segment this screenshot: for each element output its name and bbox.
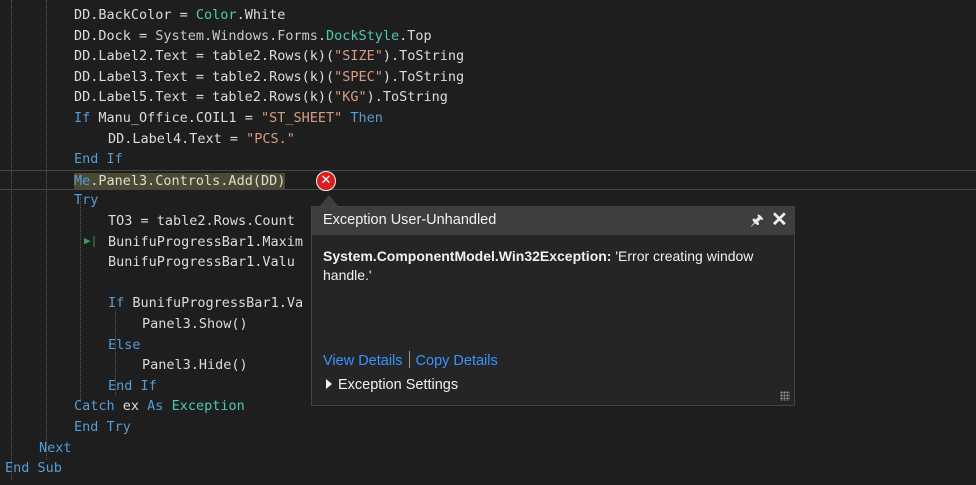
code-text: DD.Dock = System.Windows.Forms.DockStyle…: [74, 26, 432, 47]
code-text: End Try: [74, 417, 131, 438]
popup-links: View Details Copy Details: [323, 351, 498, 369]
code-token: TO3 = table2.Rows.Count: [108, 213, 295, 229]
code-token: DD.Label4.Text =: [108, 130, 247, 147]
code-token: End Sub: [5, 460, 62, 477]
code-token: If: [74, 110, 91, 126]
code-token: Next: [39, 439, 72, 456]
exception-settings-label: Exception Settings: [338, 377, 459, 393]
code-line[interactable]: DD.Dock = System.Windows.Forms.DockStyle…: [0, 26, 976, 47]
error-circle-icon[interactable]: ✕: [316, 171, 336, 191]
code-text: DD.Label2.Text = table2.Rows(k)("SIZE").…: [74, 46, 464, 67]
code-text: End Sub: [5, 458, 62, 479]
code-line[interactable]: End Sub: [0, 458, 976, 479]
link-separator: [408, 351, 410, 368]
code-token: .Top: [399, 27, 432, 44]
code-token: Exception: [171, 398, 245, 415]
code-token: BunifuProgressBar1.Maxim: [108, 233, 304, 250]
code-token: End Try: [74, 419, 131, 435]
code-token: Then: [350, 110, 383, 126]
code-token: System.Windows.Forms.: [155, 27, 326, 44]
code-line[interactable]: If Manu_Office.COIL1 = "ST_SHEET" Then: [0, 108, 976, 129]
code-line[interactable]: End If: [0, 149, 976, 170]
code-token: As: [147, 398, 164, 415]
exception-settings-toggle[interactable]: Exception Settings: [326, 377, 458, 393]
code-token: ).ToString: [382, 48, 465, 65]
code-token: ).ToString: [382, 68, 465, 85]
code-token: "SPEC": [334, 68, 383, 85]
exception-type: System.ComponentModel.Win32Exception:: [323, 248, 612, 264]
quick-action-icon[interactable]: ▶|: [84, 234, 97, 247]
exception-popup: Exception User-Unhandled 🖈 ✕ System.Comp…: [311, 206, 795, 406]
indent-guide: [46, 0, 47, 460]
code-token: End If: [74, 151, 123, 168]
code-token: DD.Label5.Text = table2.Rows(k)(: [74, 89, 335, 106]
code-token: "ST_SHEET": [260, 110, 343, 126]
code-line[interactable]: DD.Label4.Text = "PCS.": [0, 129, 976, 150]
code-token: "PCS.": [246, 130, 295, 147]
popup-pointer: [320, 195, 338, 206]
code-token: Panel3.Hide(): [142, 357, 248, 374]
view-details-link[interactable]: View Details: [323, 353, 403, 369]
code-line[interactable]: Next: [0, 438, 976, 459]
code-token: Else: [108, 336, 141, 353]
code-text: Else: [108, 335, 141, 356]
code-text: Next: [39, 438, 72, 459]
code-text: If BunifuProgressBar1.Va: [108, 293, 303, 314]
code-token: "SIZE": [334, 48, 383, 65]
code-line[interactable]: End Try: [0, 417, 976, 438]
pin-icon[interactable]: 🖈: [750, 210, 764, 235]
code-token: DD.Label3.Text = table2.Rows(k)(: [74, 68, 335, 85]
code-text: Try: [74, 190, 98, 211]
code-text: DD.Label4.Text = "PCS.": [108, 129, 295, 150]
code-text: If Manu_Office.COIL1 = "ST_SHEET" Then: [74, 108, 383, 129]
code-text: End If: [74, 149, 123, 170]
indent-guide: [80, 195, 81, 400]
code-token: Color: [195, 7, 237, 23]
indent-guide: [115, 310, 116, 395]
code-token: Me: [74, 172, 91, 189]
code-token: DD.Label2.Text = table2.Rows(k)(: [74, 48, 335, 65]
popup-title: Exception User-Unhandled: [323, 212, 497, 228]
popup-header: Exception User-Unhandled 🖈 ✕: [312, 207, 794, 235]
code-line[interactable]: DD.Label5.Text = table2.Rows(k)("KG").To…: [0, 87, 976, 108]
indent-guide: [11, 0, 12, 480]
code-token: ).ToString: [366, 89, 448, 106]
copy-details-link[interactable]: Copy Details: [416, 353, 498, 369]
code-token: .Panel3.Controls.Add(DD): [90, 172, 286, 189]
code-text: DD.Label5.Text = table2.Rows(k)("KG").To…: [74, 87, 448, 108]
code-text: Me.Panel3.Controls.Add(DD): [74, 171, 286, 192]
code-token: BunifuProgressBar1.Va: [124, 295, 304, 312]
code-token: DockStyle: [325, 27, 400, 44]
code-line[interactable]: DD.Label2.Text = table2.Rows(k)("SIZE").…: [0, 46, 976, 67]
code-text: Panel3.Show(): [142, 314, 248, 335]
code-line[interactable]: DD.BackColor = Color.White: [0, 5, 976, 26]
code-token: Try: [74, 192, 99, 209]
code-token: .White: [236, 7, 286, 23]
code-text: Panel3.Hide(): [142, 355, 248, 376]
code-token: DD.Dock =: [74, 27, 156, 44]
code-text: Catch ex As Exception: [74, 396, 245, 417]
code-token: ex: [114, 398, 148, 415]
resize-grip-icon[interactable]: [780, 391, 790, 401]
code-token: DD.BackColor =: [74, 7, 196, 23]
code-token: "KG": [334, 89, 367, 106]
code-line[interactable]: Me.Panel3.Controls.Add(DD): [0, 169, 976, 192]
caret-right-icon: [326, 379, 332, 389]
code-line[interactable]: DD.Label3.Text = table2.Rows(k)("SPEC").…: [0, 67, 976, 88]
code-text: DD.BackColor = Color.White: [74, 5, 285, 26]
code-text: TO3 = table2.Rows.Count: [108, 211, 295, 232]
code-token: Catch: [74, 398, 115, 415]
code-text: BunifuProgressBar1.Maxim: [108, 232, 303, 253]
code-text: DD.Label3.Text = table2.Rows(k)("SPEC").…: [74, 67, 464, 88]
code-token: If: [108, 295, 125, 312]
code-token: BunifuProgressBar1.Valu: [108, 254, 295, 271]
code-token: Panel3.Show(): [142, 316, 248, 332]
close-icon[interactable]: ✕: [771, 207, 788, 232]
exception-message: System.ComponentModel.Win32Exception: 'E…: [323, 247, 783, 284]
code-token: Manu_Office.COIL1 =: [90, 110, 261, 126]
code-text: BunifuProgressBar1.Valu: [108, 252, 295, 273]
